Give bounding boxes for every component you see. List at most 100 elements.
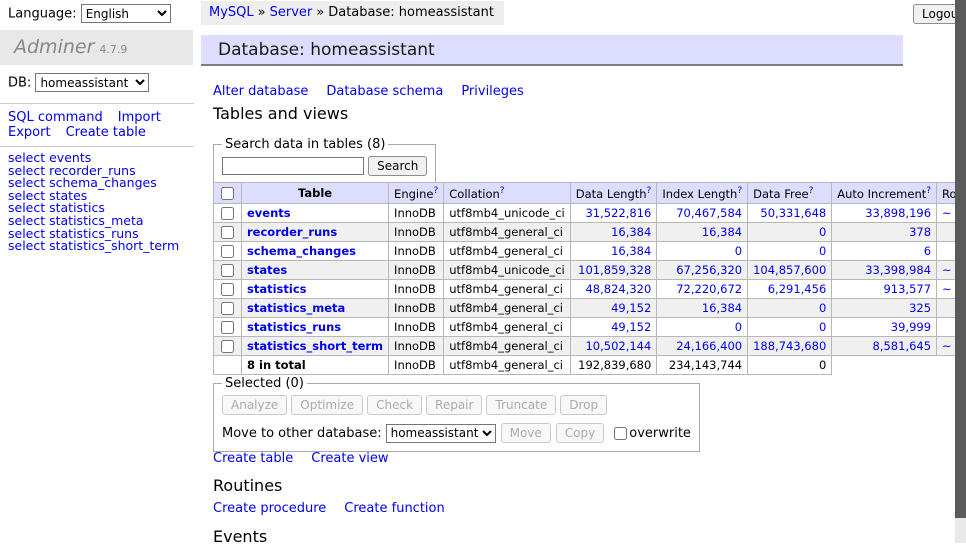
cell-data-length: 192,839,680	[570, 355, 657, 374]
value-link[interactable]: 0	[735, 320, 742, 334]
help-link[interactable]: ?	[809, 186, 814, 196]
privileges-link[interactable]: Privileges	[461, 84, 524, 99]
table-body: events InnoDB utf8mb4_unicode_ci 31,522,816…	[214, 203, 966, 374]
table-name-link[interactable]: schema_changes	[247, 244, 356, 258]
database-schema-link[interactable]: Database schema	[326, 84, 443, 99]
value-link[interactable]: 24,166,400	[676, 339, 742, 353]
table-name-link[interactable]: statistics	[247, 282, 307, 296]
value-link[interactable]: 188,743,680	[753, 339, 826, 353]
value-link[interactable]: 16,384	[611, 225, 651, 239]
value-link[interactable]: 6,291,456	[768, 282, 827, 296]
select-all-checkbox[interactable]	[221, 187, 234, 200]
check-button[interactable]: Check	[367, 395, 422, 415]
repair-button[interactable]: Repair	[426, 395, 482, 415]
search-input[interactable]	[222, 157, 364, 175]
value-link[interactable]: 49,152	[611, 301, 651, 315]
help-link[interactable]: ?	[500, 186, 505, 196]
row-checkbox[interactable]	[221, 264, 234, 277]
value-link[interactable]: 67,256,320	[676, 263, 742, 277]
value-link[interactable]: 6	[924, 244, 931, 258]
search-button[interactable]: Search	[368, 156, 427, 176]
value-link[interactable]: 31,522,816	[585, 206, 651, 220]
value-link[interactable]: 49,152	[611, 320, 651, 334]
create-function-link[interactable]: Create function	[344, 501, 444, 516]
help-link[interactable]: ?	[737, 186, 742, 196]
routines-heading: Routines	[213, 476, 282, 495]
value-link[interactable]: 39,999	[891, 320, 931, 334]
value-link[interactable]: 913,577	[883, 282, 931, 296]
table-name-link[interactable]: states	[247, 263, 287, 277]
alter-database-link[interactable]: Alter database	[213, 84, 308, 99]
value-link[interactable]: 0	[819, 225, 826, 239]
cell-select	[214, 222, 242, 241]
value-link[interactable]: 101,859,328	[578, 263, 651, 277]
cell-select	[214, 260, 242, 279]
breadcrumb-mysql-link[interactable]: MySQL	[209, 5, 254, 20]
drop-button[interactable]: Drop	[560, 395, 607, 415]
table-name-link[interactable]: statistics_meta	[247, 301, 345, 315]
overwrite-checkbox[interactable]	[614, 427, 627, 440]
value-link[interactable]: 33,398,984	[865, 263, 931, 277]
analyze-button[interactable]: Analyze	[222, 395, 287, 415]
sidebar-link-import[interactable]: Import	[118, 110, 161, 125]
breadcrumb-server-link[interactable]: Server	[270, 5, 313, 20]
truncate-button[interactable]: Truncate	[486, 395, 556, 415]
sidebar-select-statistics-short-term-link[interactable]: select statistics_short_term	[8, 240, 179, 253]
value-link[interactable]: 104,857,600	[753, 263, 826, 277]
table-name-link[interactable]: statistics_runs	[247, 320, 341, 334]
table-name-link[interactable]: recorder_runs	[247, 225, 337, 239]
cell-index-length: 16,384	[657, 222, 748, 241]
row-checkbox[interactable]	[221, 321, 234, 334]
cell-engine: InnoDB	[389, 298, 444, 317]
value-link[interactable]: 8,581,645	[873, 339, 932, 353]
value-link[interactable]: 48,824,320	[585, 282, 651, 296]
cell-select	[214, 279, 242, 298]
cell-data-length: 16,384	[570, 241, 657, 260]
breadcrumb-current: Database: homeassistant	[328, 5, 494, 20]
value-link[interactable]: 70,467,584	[676, 206, 742, 220]
help-link[interactable]: ?	[647, 186, 652, 196]
row-checkbox[interactable]	[221, 283, 234, 296]
table-name-link[interactable]: events	[247, 206, 291, 220]
row-checkbox[interactable]	[221, 302, 234, 315]
move-db-select[interactable]: homeassistant	[386, 424, 496, 443]
create-procedure-link[interactable]: Create procedure	[213, 501, 326, 516]
row-checkbox[interactable]	[221, 207, 234, 220]
value-link[interactable]: 16,384	[611, 244, 651, 258]
value-link[interactable]: 16,384	[702, 301, 742, 315]
value-link[interactable]: 10,502,144	[585, 339, 651, 353]
row-checkbox[interactable]	[221, 340, 234, 353]
help-link[interactable]: ?	[433, 186, 438, 196]
value-link[interactable]: 33,898,196	[865, 206, 931, 220]
row-checkbox[interactable]	[221, 226, 234, 239]
value-link[interactable]: 0	[819, 301, 826, 315]
row-checkbox[interactable]	[221, 245, 234, 258]
value-link[interactable]: 16,384	[702, 225, 742, 239]
db-select[interactable]: homeassistant	[35, 73, 149, 92]
create-table-link[interactable]: Create table	[213, 451, 293, 466]
move-button[interactable]: Move	[501, 423, 551, 443]
table-header-row: TableEngine?Collation?Data Length?Index …	[214, 183, 966, 204]
optimize-button[interactable]: Optimize	[291, 395, 363, 415]
value-link[interactable]: 0	[819, 244, 826, 258]
sidebar-link-export[interactable]: Export	[8, 125, 51, 140]
cell-data-free: 0	[748, 355, 832, 374]
cell-collation: utf8mb4_unicode_ci	[444, 203, 571, 222]
scrollbar-thumb[interactable]	[955, 0, 966, 518]
create-view-link[interactable]: Create view	[311, 451, 388, 466]
sidebar-link-create-table[interactable]: Create table	[66, 125, 146, 140]
table-name-link[interactable]: statistics_short_term	[247, 339, 383, 353]
value-link[interactable]: 325	[909, 301, 931, 315]
value-link[interactable]: 72,220,672	[676, 282, 742, 296]
language-select[interactable]: English	[81, 4, 171, 23]
selected-buttons: AnalyzeOptimizeCheckRepairTruncateDrop	[222, 395, 691, 415]
value-link[interactable]: 50,331,648	[760, 206, 826, 220]
sidebar-link-sql-command[interactable]: SQL command	[8, 110, 103, 125]
value-link[interactable]: 0	[735, 244, 742, 258]
value-link[interactable]: 378	[909, 225, 931, 239]
copy-button[interactable]: Copy	[556, 423, 604, 443]
cell-auto-increment: 33,898,196	[832, 203, 937, 222]
value-link[interactable]: 0	[819, 320, 826, 334]
help-link[interactable]: ?	[926, 186, 931, 196]
cell-index-length: 16,384	[657, 298, 748, 317]
